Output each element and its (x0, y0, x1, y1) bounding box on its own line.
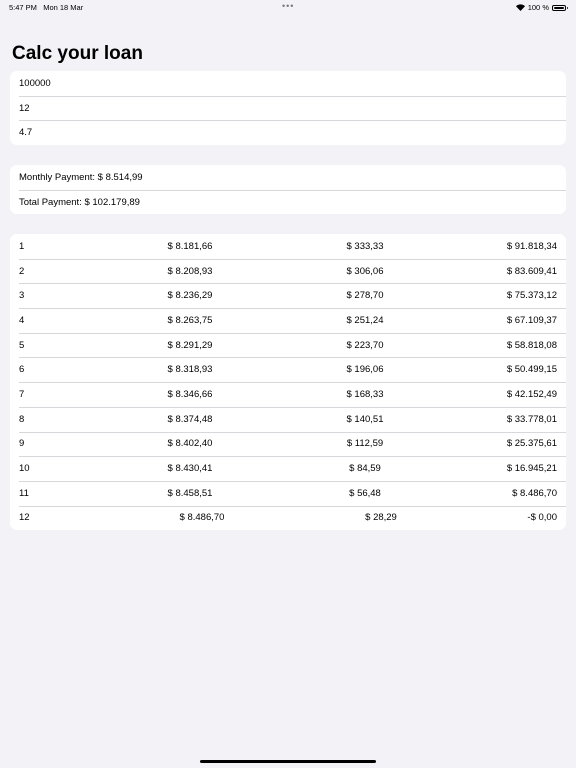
home-indicator[interactable] (200, 760, 376, 763)
principal-amount: $ 8.263,75 (167, 314, 213, 326)
interest-amount: $ 28,29 (365, 512, 397, 524)
principal-amount: $ 8.486,70 (179, 512, 225, 524)
principal-amount: $ 8.208,93 (167, 265, 213, 277)
interest-amount: $ 251,24 (346, 314, 384, 326)
page-title: Calc your loan (12, 43, 143, 64)
remaining-balance: $ 75.373,12 (506, 290, 557, 302)
schedule-row: 1 $ 8.181,66 $ 333,33 $ 91.818,34 (10, 234, 566, 259)
payment-number: 11 (19, 487, 29, 499)
payment-number: 2 (19, 265, 25, 277)
battery-icon (552, 4, 568, 11)
payment-number: 3 (19, 290, 25, 302)
schedule-row: 4 $ 8.263,75 $ 251,24 $ 67.109,37 (10, 308, 566, 333)
schedule-row: 2 $ 8.208,93 $ 306,06 $ 83.609,41 (10, 258, 566, 284)
schedule-row: 7 $ 8.346,66 $ 168,33 $ 42.152,49 (10, 382, 566, 407)
payment-number: 9 (19, 438, 25, 450)
schedule-row: 12 $ 8.486,70 $ 28,29 -$ 0,00 (10, 505, 566, 531)
schedule-row: 10 $ 8.430,41 $ 84,59 $ 16.945,21 (10, 456, 566, 481)
interest-amount: $ 333,33 (346, 240, 384, 252)
loan-inputs-card (10, 71, 566, 146)
principal-amount: $ 8.318,93 (167, 364, 213, 376)
remaining-balance: $ 25.375,61 (506, 438, 557, 450)
principal-amount: $ 8.430,41 (167, 463, 213, 475)
status-time: 5:47 PM Mon 18 Mar (9, 3, 84, 12)
principal-amount: $ 8.402,40 (167, 438, 213, 450)
remaining-balance: $ 33.778,01 (506, 413, 557, 425)
results-card: Monthly Payment: $ 8.514,99 Total Paymen… (10, 165, 566, 215)
schedule-row: 11 $ 8.458,51 $ 56,48 $ 8.486,70 (10, 480, 566, 506)
loan-amount-input[interactable] (19, 77, 566, 89)
amount-row (10, 71, 566, 96)
interest-amount: $ 306,06 (346, 265, 384, 277)
rate-row (10, 120, 566, 145)
remaining-balance: $ 58.818,08 (506, 339, 557, 351)
monthly-payment-text: Monthly Payment: $ 8.514,99 (19, 171, 143, 183)
total-payment-text: Total Payment: $ 102.179,89 (19, 196, 140, 208)
loan-months-input[interactable] (19, 102, 566, 114)
battery-percent: 100 % (527, 3, 549, 12)
interest-amount: $ 168,33 (346, 388, 384, 400)
monthly-payment-row: Monthly Payment: $ 8.514,99 (10, 165, 566, 190)
interest-amount: $ 278,70 (346, 290, 384, 302)
payment-number: 8 (19, 413, 25, 425)
multitasking-dots[interactable]: ••• (282, 1, 294, 11)
amortization-schedule: 1 $ 8.181,66 $ 333,33 $ 91.818,34 2 $ 8.208,9… (10, 234, 566, 531)
payment-number: 12 (19, 512, 30, 524)
interest-amount: $ 223,70 (346, 339, 384, 351)
status-right: 100 % (515, 3, 568, 12)
schedule-row: 8 $ 8.374,48 $ 140,51 $ 33.778,01 (10, 406, 566, 432)
remaining-balance: $ 8.486,70 (512, 487, 557, 499)
principal-amount: $ 8.236,29 (167, 290, 213, 302)
months-row (10, 95, 566, 121)
principal-amount: $ 8.458,51 (167, 487, 213, 499)
schedule-row: 5 $ 8.291,29 $ 223,70 $ 58.818,08 (10, 332, 566, 358)
payment-number: 7 (19, 388, 25, 400)
interest-amount: $ 196,06 (346, 364, 384, 376)
remaining-balance: $ 91.818,34 (506, 240, 557, 252)
remaining-balance: $ 42.152,49 (506, 388, 557, 400)
total-payment-row: Total Payment: $ 102.179,89 (10, 189, 566, 215)
remaining-balance: -$ 0,00 (527, 512, 557, 524)
interest-amount: $ 84,59 (349, 463, 381, 475)
interest-amount: $ 56,48 (349, 487, 381, 499)
interest-rate-input[interactable] (19, 127, 566, 139)
principal-amount: $ 8.181,66 (167, 240, 213, 252)
remaining-balance: $ 67.109,37 (506, 314, 557, 326)
schedule-row: 9 $ 8.402,40 $ 112,59 $ 25.375,61 (10, 431, 566, 457)
payment-number: 5 (19, 339, 25, 351)
status-bar: 5:47 PM Mon 18 Mar ••• 100 % (0, 0, 576, 14)
schedule-row: 6 $ 8.318,93 $ 196,06 $ 50.499,15 (10, 357, 566, 382)
principal-amount: $ 8.374,48 (167, 413, 213, 425)
remaining-balance: $ 83.609,41 (506, 265, 557, 277)
interest-amount: $ 140,51 (346, 413, 384, 425)
payment-number: 1 (19, 240, 25, 252)
principal-amount: $ 8.346,66 (167, 388, 213, 400)
interest-amount: $ 112,59 (346, 438, 384, 450)
remaining-balance: $ 16.945,21 (506, 463, 557, 475)
payment-number: 6 (19, 364, 25, 376)
principal-amount: $ 8.291,29 (167, 339, 213, 351)
payment-number: 10 (19, 463, 30, 475)
remaining-balance: $ 50.499,15 (506, 364, 557, 376)
schedule-row: 3 $ 8.236,29 $ 278,70 $ 75.373,12 (10, 283, 566, 308)
payment-number: 4 (19, 314, 25, 326)
wifi-icon (515, 4, 525, 11)
